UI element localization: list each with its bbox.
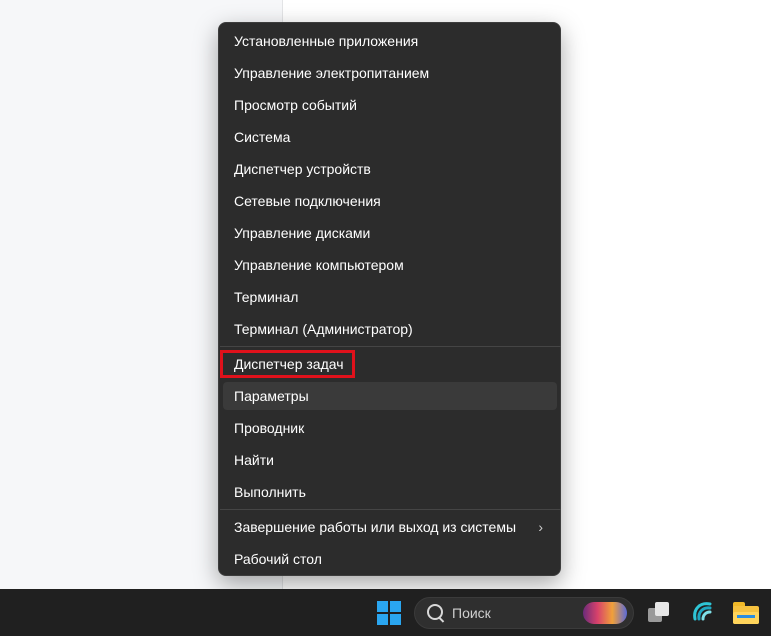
menu-item-file-explorer[interactable]: Проводник	[223, 414, 557, 442]
winx-context-menu: Установленные приложения Управление элек…	[218, 22, 561, 576]
menu-item-shutdown-label: Завершение работы или выход из системы	[234, 519, 517, 535]
task-manager-highlight-box	[220, 350, 355, 378]
menu-item-search[interactable]: Найти	[223, 446, 557, 474]
menu-item-terminal[interactable]: Терминал	[223, 283, 557, 311]
menu-item-network-connections[interactable]: Сетевые подключения	[223, 187, 557, 215]
task-view-icon[interactable]	[648, 602, 670, 622]
menu-item-shutdown-signout[interactable]: Завершение работы или выход из системы ›	[223, 513, 557, 541]
menu-item-desktop[interactable]: Рабочий стол	[223, 545, 557, 573]
menu-separator	[220, 346, 561, 347]
taskbar: Поиск	[0, 589, 771, 636]
menu-item-settings[interactable]: Параметры	[223, 382, 557, 410]
menu-item-disk-management[interactable]: Управление дисками	[223, 219, 557, 247]
menu-item-system[interactable]: Система	[223, 123, 557, 151]
menu-item-device-manager[interactable]: Диспетчер устройств	[223, 155, 557, 183]
search-highlight-illustration	[583, 602, 627, 624]
copilot-icon[interactable]	[690, 599, 716, 625]
file-explorer-icon[interactable]	[733, 602, 759, 624]
taskbar-search-box[interactable]: Поиск	[414, 597, 634, 629]
menu-item-computer-management[interactable]: Управление компьютером	[223, 251, 557, 279]
menu-item-installed-apps[interactable]: Установленные приложения	[223, 27, 557, 55]
windows-logo-icon[interactable]	[377, 601, 401, 625]
search-label: Поиск	[452, 605, 491, 621]
menu-item-power-options[interactable]: Управление электропитанием	[223, 59, 557, 87]
menu-item-event-viewer[interactable]: Просмотр событий	[223, 91, 557, 119]
menu-item-run[interactable]: Выполнить	[223, 478, 557, 506]
search-icon	[427, 604, 443, 620]
menu-item-terminal-admin[interactable]: Терминал (Администратор)	[223, 315, 557, 343]
menu-separator	[220, 509, 561, 510]
chevron-right-icon: ›	[538, 519, 543, 535]
